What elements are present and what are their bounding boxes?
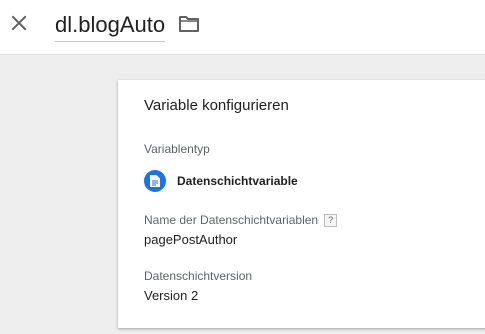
datalayer-version-label: Datenschichtversion (144, 269, 253, 283)
variable-name-input[interactable] (55, 10, 165, 42)
datalayer-name-label: Name der Datenschichtvariablen (144, 213, 319, 227)
card-title: Variable konfigurieren (144, 97, 289, 114)
datalayer-name-label-row: Name der Datenschichtvariablen ? (144, 213, 338, 227)
datalayer-version-value[interactable]: Version 2 (144, 288, 198, 303)
variable-type-label: Variablentyp (144, 142, 210, 156)
variable-type-value: Datenschichtvariable (177, 174, 298, 188)
folder-icon[interactable] (178, 14, 200, 34)
editor-header (0, 0, 485, 55)
datalayer-variable-icon (144, 170, 166, 192)
variable-configuration-card: Variable konfigurieren Variablentyp Date… (118, 80, 485, 328)
datalayer-name-value[interactable]: pagePostAuthor (144, 232, 237, 247)
variable-type-selector[interactable]: Datenschichtvariable (144, 169, 298, 193)
help-icon[interactable]: ? (324, 213, 338, 227)
close-icon[interactable] (8, 12, 30, 34)
